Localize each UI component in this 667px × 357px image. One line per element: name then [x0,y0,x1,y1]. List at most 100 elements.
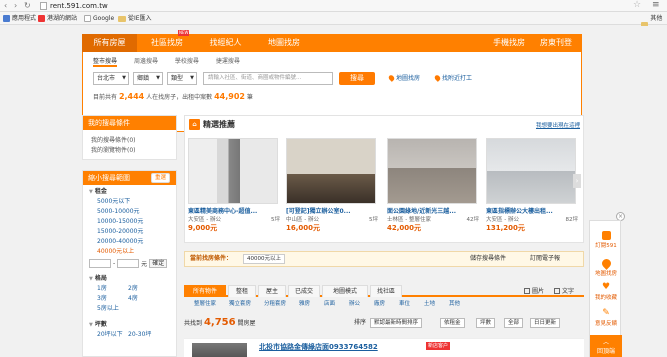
tab-community[interactable]: 找社區 [370,285,402,297]
tab-nearby-search[interactable]: 周邊搜尋 [134,58,158,65]
nav-landlord[interactable]: 房東刊登 [532,34,580,52]
carousel-next-icon[interactable]: › [573,174,581,188]
reload-icon[interactable]: ↻ [24,1,31,10]
tab-mrt-search[interactable]: 捷運搜尋 [216,58,240,65]
float-subscribe[interactable]: 訂閱591 [590,231,622,249]
keyword-input[interactable]: 請輸入社區、街道、商圈或物件編號... [203,72,333,85]
list-icon [554,287,560,294]
float-feedback[interactable]: ✎ 意見反饋 [590,308,622,328]
list-item[interactable]: 北投市協路金傳綠店面0933764582 新店客户 [184,338,584,357]
pencil-icon: ✎ [602,308,610,318]
forward-icon[interactable]: › [14,1,17,10]
my-search-link[interactable]: 我的搜尋條件(0) [83,136,176,146]
featured-card[interactable]: 東區精美商務中心-超值... 大安區 - 辦公 5坪 9,000元 [188,138,280,238]
online-count: 2,444 [118,92,145,101]
float-map[interactable]: 地圖找房 [590,257,622,277]
type-filter[interactable]: 雅房 [299,299,310,309]
rent-option-selected[interactable]: 40000元以上 [83,247,176,257]
back-to-top-button[interactable]: ︿ 回頂端 [590,335,622,357]
bookmark-apps[interactable]: 應用程式 [3,12,36,25]
site-icon [38,15,45,22]
nav-agent[interactable]: 找經紀人 [197,34,254,52]
listing-title[interactable]: 北投市協路金傳綠店面0933764582 [259,342,378,352]
tab-all[interactable]: 所有物件 [184,285,226,297]
nav-all-houses[interactable]: 所有房屋 [82,34,137,52]
tab-whole[interactable]: 整租 [228,285,256,297]
search-button[interactable]: 搜尋 [339,72,375,85]
bookmark-google[interactable]: Google [84,12,114,25]
rent-section-title: ▼ 租金 [89,188,107,195]
listing-count: 44,902 [214,92,245,101]
region-select[interactable]: 鄉鎮 ▼ [133,72,163,85]
subscribe-link[interactable]: 訂閱電子報 [530,252,560,266]
bookmark-ie[interactable]: 從IE匯入 [118,12,152,25]
featured-card[interactable]: [可登記]獨立辦公室0... 中山區 - 辦公 5坪 16,000元 [286,138,378,238]
bookmark-star-icon[interactable]: ☆ [633,0,641,10]
sort-select[interactable]: 默認最新時間排序 [370,318,423,328]
room-option[interactable]: 5房以上 [83,304,176,314]
featured-ad-link[interactable]: 我想要出現在這裡 [536,121,580,129]
type-select[interactable]: 類型 ▼ [167,72,197,85]
featured-section: ⌂ 精選推薦 我想要出現在這裡 東區精美商務中心-超值... 大安區 - 辦公 5坪… [184,115,584,243]
float-favorites[interactable]: ♥ 我的收藏 [590,283,622,302]
chevron-down-icon: ▼ [122,75,126,81]
view-text-mode[interactable]: 文字 [554,286,574,295]
rent-option[interactable]: 5000-10000元 [83,207,176,217]
city-select[interactable]: 台北市 ▼ [93,72,129,85]
map-search-link[interactable]: 地圖找房 [387,73,420,82]
room-option[interactable]: 4房 [128,294,173,304]
condition-tag[interactable]: 40000元以上 [243,254,285,264]
filter-daily[interactable]: 日日更新 [530,318,561,328]
triangle-down-icon: ▼ [89,276,93,282]
type-filter[interactable]: 辦公 [349,299,360,309]
bookmarks-bar: 應用程式 港湖的網站 Google 從IE匯入 其他書 [0,12,667,35]
size-option[interactable]: 20坪以下 [83,330,128,340]
featured-card[interactable]: 東區指標辦公大樓出租... 大安區 - 辦公 82坪 131,200元 [486,138,578,238]
my-browse-link[interactable]: 我的瀏覽物件(0) [83,146,176,156]
save-conditions-link[interactable]: 儲存搜尋條件 [470,252,506,266]
type-filter[interactable]: 整層住家 [194,299,216,309]
type-filter[interactable]: 店面 [324,299,335,309]
rent-option[interactable]: 5000元以下 [83,197,176,207]
sort-by-size[interactable]: 坪數 [476,318,496,328]
featured-card[interactable]: 面公園綠地/近新光三越... 士林區 - 整層住家 42坪 42,000元 [387,138,479,238]
my-search-title: 我的搜尋條件 [83,116,176,130]
type-filter[interactable]: 廠房 [374,299,385,309]
back-icon[interactable]: ‹ [4,1,7,10]
subscribe-icon [601,231,611,240]
sort-by-rent[interactable]: 依租金 [440,318,465,328]
type-filter[interactable]: 其他 [449,299,460,309]
room-option[interactable]: 2房 [128,284,173,294]
nearby-job-link[interactable]: 找附近打工 [433,73,472,82]
nav-community[interactable]: 社區找房 [137,34,197,52]
reset-button[interactable]: 重選 [150,173,170,183]
rent-option[interactable]: 10000-15000元 [83,217,176,227]
online-stats: 目前共有 2,444 人在找房子，出租中案數 44,902 筆 [93,92,253,101]
view-image-mode[interactable]: 圖片 [524,286,544,295]
tab-owner[interactable]: 屋主 [258,285,286,297]
tab-city-search[interactable]: 整市搜尋 [93,58,118,67]
type-filter[interactable]: 車位 [399,299,410,309]
room-option[interactable]: 3房 [83,294,128,304]
bookmark-site[interactable]: 港湖的網站 [38,12,77,25]
type-filter[interactable]: 分租套房 [264,299,286,309]
type-filter[interactable]: 獨立套房 [229,299,251,309]
room-option[interactable]: 1房 [83,284,128,294]
tab-school-search[interactable]: 學校搜尋 [175,58,199,65]
tab-map-mode[interactable]: 地圖模式 [322,285,368,297]
rent-range-confirm[interactable]: 確定 [149,259,168,268]
size-option[interactable]: 20-30坪 [128,330,173,340]
rent-option[interactable]: 20000-40000元 [83,237,176,247]
rent-min-input[interactable] [89,259,111,268]
rent-max-input[interactable] [117,259,140,268]
grid-icon [524,287,530,294]
page-icon [40,2,47,10]
tab-closed[interactable]: 已成交 [288,285,320,297]
rent-option[interactable]: 15000-20000元 [83,227,176,237]
filter-all[interactable]: 全部 [504,318,524,328]
type-filter[interactable]: 土地 [424,299,435,309]
nav-mobile[interactable]: 手機找房 [487,34,531,52]
menu-icon[interactable]: ≡ [652,0,660,10]
nav-map[interactable]: 地圖找房 [254,34,314,52]
address-bar[interactable]: rent.591.com.tw [40,1,640,11]
